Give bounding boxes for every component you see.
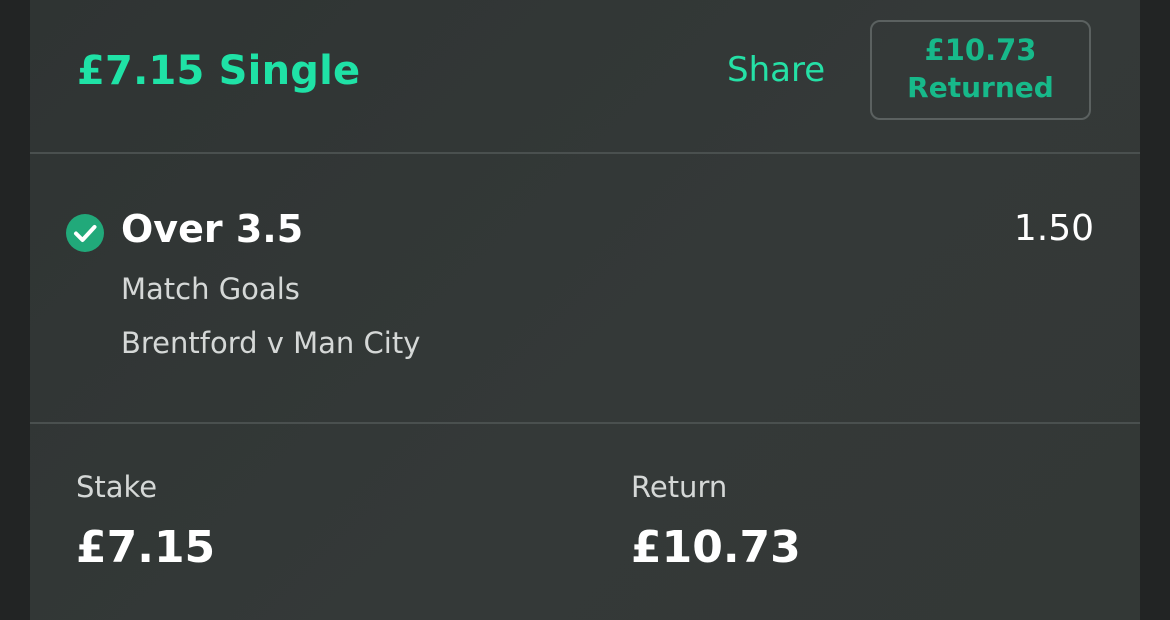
return-label: Return bbox=[631, 470, 728, 504]
event-name: Brentford v Man City bbox=[121, 326, 421, 360]
bet-card: £7.15 Single Share £10.73 Returned Over … bbox=[30, 0, 1140, 620]
return-value: £10.73 bbox=[631, 522, 801, 573]
selection-row: Over 3.5 1.50 Match Goals Brentford v Ma… bbox=[30, 154, 1140, 422]
selection-name: Over 3.5 bbox=[121, 207, 304, 251]
bet-header: £7.15 Single Share £10.73 Returned bbox=[30, 0, 1140, 153]
stake-value: £7.15 bbox=[76, 522, 216, 573]
selection-odds: 1.50 bbox=[1013, 208, 1094, 249]
market-name: Match Goals bbox=[121, 272, 300, 306]
bet-title: £7.15 Single bbox=[77, 48, 361, 94]
share-button[interactable]: Share bbox=[727, 50, 825, 90]
bet-totals: Stake £7.15 Return £10.73 bbox=[30, 424, 1140, 620]
returned-amount: £10.73 bbox=[924, 33, 1037, 67]
check-circle-icon bbox=[66, 214, 104, 252]
returned-label: Returned bbox=[907, 71, 1054, 104]
stake-label: Stake bbox=[76, 470, 158, 504]
returned-badge[interactable]: £10.73 Returned bbox=[870, 20, 1091, 120]
